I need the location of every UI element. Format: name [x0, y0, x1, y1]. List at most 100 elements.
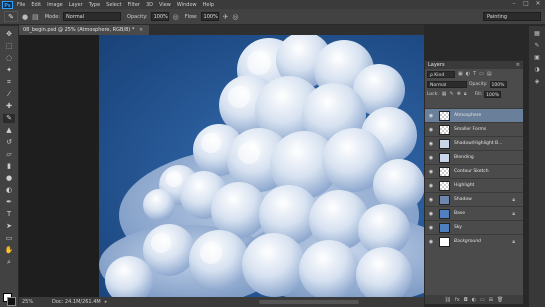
menu-edit[interactable]: Edit — [31, 2, 41, 8]
flow-input[interactable]: 100% — [200, 12, 219, 21]
visibility-eye-icon[interactable]: ◉ — [427, 182, 435, 190]
new-adjustment-layer-icon[interactable]: ◐ — [472, 297, 476, 303]
zoom-tool-icon[interactable]: ⌕ — [3, 258, 15, 267]
status-menu-arrow-icon[interactable]: ▸ — [105, 299, 108, 305]
hand-tool-icon[interactable]: ✋ — [3, 246, 15, 255]
close-tab-icon[interactable]: × — [139, 27, 143, 33]
lock-image-icon[interactable]: ✎ — [450, 91, 454, 97]
adjustments-panel-icon[interactable]: ◑ — [533, 66, 541, 74]
pen-tool-icon[interactable]: ✒ — [3, 198, 15, 207]
type-tool-icon[interactable]: T — [3, 210, 15, 219]
delete-layer-icon[interactable]: 🗑︎ — [497, 297, 503, 303]
cloud-painting-canvas[interactable]: ○ — [99, 35, 424, 297]
layer-row-shadow[interactable]: ◉ Shadow 🔒︎ — [425, 192, 523, 206]
opacity-input[interactable]: 100% — [150, 12, 169, 21]
filter-shape-icon[interactable]: ▭ — [479, 71, 484, 77]
layer-style-icon[interactable]: fx — [455, 297, 460, 303]
crop-tool-icon[interactable]: ⌗ — [3, 78, 15, 87]
link-layers-icon[interactable]: ⛓ — [445, 297, 451, 303]
maximize-button[interactable]: □ — [522, 0, 530, 8]
eyedropper-tool-icon[interactable]: ⁄ — [3, 90, 15, 99]
add-mask-icon[interactable]: ◘ — [464, 297, 468, 303]
menu-layer[interactable]: Layer — [69, 2, 83, 8]
healing-brush-tool-icon[interactable]: ✚ — [3, 102, 15, 111]
pressure-size-icon[interactable]: ◎ — [232, 13, 238, 21]
visibility-eye-icon[interactable]: ◉ — [427, 224, 435, 232]
menu-image[interactable]: Image — [47, 2, 63, 8]
layer-row-highlight[interactable]: ◉ Highlight — [425, 178, 523, 192]
visibility-eye-icon[interactable]: ◉ — [427, 126, 435, 134]
visibility-eye-icon[interactable]: ◉ — [427, 140, 435, 148]
filter-adjustment-icon[interactable]: ◐ — [466, 71, 470, 77]
pressure-opacity-icon[interactable]: ◎ — [173, 13, 179, 21]
quick-select-tool-icon[interactable]: ✦ — [3, 66, 15, 75]
new-layer-icon[interactable]: ⊞ — [489, 297, 493, 303]
document-tab[interactable]: 08_begin.psd @ 25% (Atmosphere, RGB/8) *… — [19, 25, 149, 35]
swatches-panel-icon[interactable]: ▣ — [533, 54, 541, 62]
menu-view[interactable]: View — [159, 2, 171, 8]
shape-tool-icon[interactable]: ▭ — [3, 234, 15, 243]
layers-panel-icon[interactable]: ◈ — [533, 78, 541, 86]
brush-preset-picker[interactable]: ✎ — [4, 11, 18, 22]
blend-mode-select[interactable]: Normal — [63, 12, 122, 21]
visibility-eye-icon[interactable]: ◉ — [427, 210, 435, 218]
menu-help[interactable]: Help — [203, 2, 214, 8]
visibility-eye-icon[interactable]: ◉ — [427, 154, 435, 162]
filter-type-icon[interactable]: T — [473, 71, 476, 77]
layer-row-blending[interactable]: ◉ Blending — [425, 150, 523, 164]
brush-panel-toggle-icon[interactable]: ▤ — [32, 13, 39, 21]
layer-row-shadow-highlight[interactable]: ◉ Shadow/Highlight B... — [425, 136, 523, 150]
panel-menu-icon[interactable]: ≡ — [516, 61, 520, 69]
layer-row-sky[interactable]: ◉ Sky — [425, 220, 523, 234]
menu-filter[interactable]: Filter — [128, 2, 140, 8]
fill-label: Fill: — [474, 91, 483, 97]
visibility-eye-icon[interactable]: ◉ — [427, 238, 435, 246]
airbrush-icon[interactable]: ✈ — [223, 13, 229, 21]
path-selection-tool-icon[interactable]: ➤ — [3, 222, 15, 231]
menu-type[interactable]: Type — [89, 2, 100, 8]
layers-panel-title[interactable]: Layers — [428, 62, 445, 68]
visibility-eye-icon[interactable]: ◉ — [427, 112, 435, 120]
menu-3d[interactable]: 3D — [146, 2, 153, 8]
layer-row-contour-sketch[interactable]: ◉ Contour Sketch — [425, 164, 523, 178]
close-window-button[interactable]: ✕ — [534, 0, 542, 8]
lasso-tool-icon[interactable]: ◌ — [3, 54, 15, 63]
minimize-button[interactable]: – — [510, 0, 518, 8]
visibility-eye-icon[interactable]: ◉ — [427, 168, 435, 176]
menu-window[interactable]: Window — [177, 2, 197, 8]
visibility-eye-icon[interactable]: ◉ — [427, 196, 435, 204]
workspace-select[interactable]: Painting — [483, 12, 541, 21]
lock-all-icon[interactable]: 🔒︎ — [464, 91, 467, 97]
brush-size-icon[interactable]: ● — [22, 13, 28, 21]
layer-row-base[interactable]: ◉ Base 🔒︎ — [425, 206, 523, 220]
zoom-level[interactable]: 25% — [22, 299, 44, 305]
lock-position-icon[interactable]: ✥ — [457, 91, 461, 97]
filter-smart-object-icon[interactable]: ▤ — [487, 71, 492, 77]
history-brush-tool-icon[interactable]: ↺ — [3, 138, 15, 147]
menu-file[interactable]: File — [17, 2, 25, 8]
eraser-tool-icon[interactable]: ▱ — [3, 150, 15, 159]
layer-row-atmosphere[interactable]: ◉ Atmosphere — [425, 108, 523, 122]
clone-stamp-tool-icon[interactable]: ▲ — [3, 126, 15, 135]
blur-tool-icon[interactable]: ● — [3, 174, 15, 183]
layer-opacity-input[interactable]: 100% — [489, 80, 507, 88]
layer-row-smaller-forms[interactable]: ◉ Smaller Forms — [425, 122, 523, 136]
brush-tool-icon[interactable]: ✎ — [3, 114, 15, 123]
gradient-tool-icon[interactable]: ▮ — [3, 162, 15, 171]
fill-input[interactable]: 100% — [484, 90, 502, 98]
layer-blend-mode-select[interactable]: Normal — [427, 80, 467, 88]
layer-filter-kind-select[interactable]: ρ Kind — [427, 70, 455, 78]
marquee-tool-icon[interactable]: ⬚ — [3, 42, 15, 51]
dodge-tool-icon[interactable]: ◐ — [3, 186, 15, 195]
brush-panel-icon[interactable]: ✎ — [533, 42, 541, 50]
horizontal-scrollbar[interactable] — [259, 300, 359, 304]
lock-transparent-icon[interactable]: ▦ — [442, 91, 447, 97]
move-tool-icon[interactable]: ✥ — [3, 30, 15, 39]
new-group-icon[interactable]: ▭ — [480, 297, 485, 303]
history-panel-icon[interactable]: ▦ — [533, 30, 541, 38]
menu-select[interactable]: Select — [106, 2, 121, 8]
layer-name: Atmosphere — [454, 113, 482, 118]
layer-row-background[interactable]: ◉ Background 🔒︎ — [425, 234, 523, 248]
filter-pixel-icon[interactable]: ▣ — [458, 71, 463, 77]
background-color-swatch[interactable] — [7, 297, 16, 306]
